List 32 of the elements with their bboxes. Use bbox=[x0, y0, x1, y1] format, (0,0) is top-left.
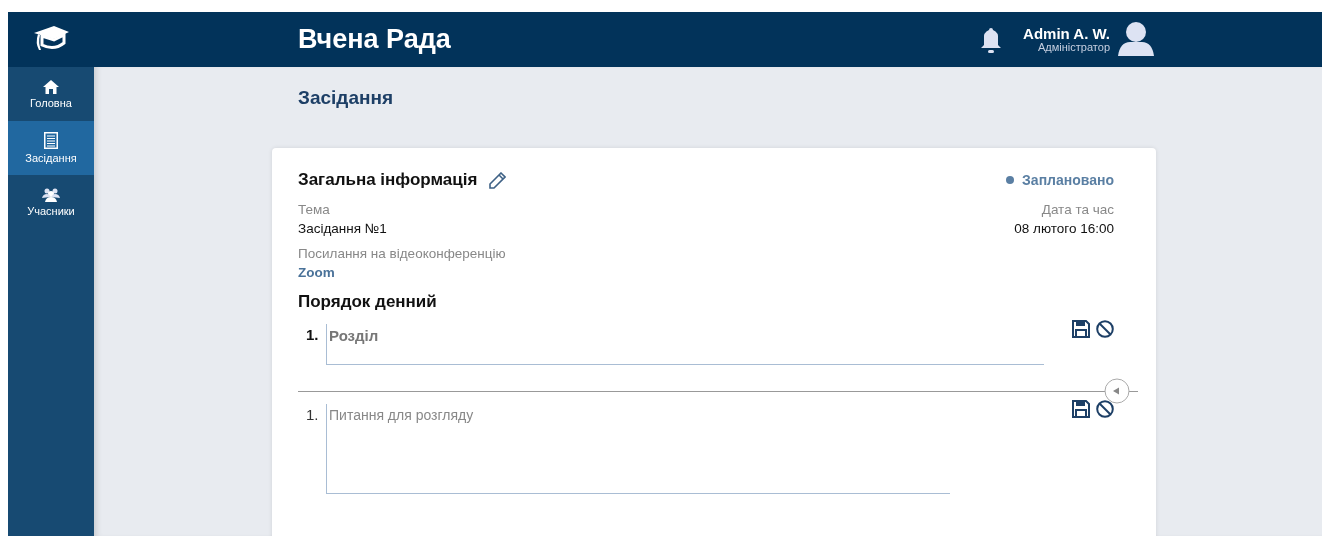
save-icon[interactable] bbox=[1072, 400, 1090, 418]
field-label: Тема bbox=[298, 202, 331, 217]
field-value: Засідання №1 bbox=[298, 221, 388, 236]
user-avatar-icon[interactable] bbox=[1116, 21, 1156, 58]
cancel-icon[interactable] bbox=[1096, 400, 1114, 418]
field-label: Дата та час bbox=[1041, 202, 1114, 217]
agenda-heading: Порядок денний bbox=[298, 292, 438, 312]
sidebar-item[interactable]: Учасники bbox=[8, 175, 94, 229]
home-icon bbox=[43, 79, 59, 94]
conference-link[interactable]: Zoom bbox=[298, 265, 335, 280]
save-icon[interactable] bbox=[1072, 320, 1090, 338]
question-input[interactable]: Питання для розгляду bbox=[326, 404, 950, 494]
people-icon bbox=[42, 187, 60, 202]
field-label: Посилання на відеоконференцію bbox=[298, 246, 507, 261]
item-number: 1. bbox=[306, 325, 320, 343]
cancel-icon[interactable] bbox=[1096, 320, 1114, 338]
section-input[interactable]: Розділ bbox=[326, 324, 1044, 365]
status-dot bbox=[1006, 176, 1015, 184]
document-icon bbox=[44, 132, 58, 149]
page-title: Засідання bbox=[297, 86, 394, 110]
edit-icon[interactable] bbox=[489, 171, 507, 189]
status-label: Заплановано bbox=[1022, 172, 1114, 188]
field-value: 08 лютого 16:00 bbox=[1014, 221, 1114, 236]
user-name: Admin A. W. bbox=[1023, 26, 1110, 41]
sidebar-item[interactable]: Засідання bbox=[8, 121, 94, 175]
item-number: 1. bbox=[306, 405, 320, 423]
user-role: Адміністратор bbox=[1038, 42, 1110, 53]
sidebar-item[interactable]: Головна bbox=[8, 67, 94, 121]
card-title: Загальна інформація bbox=[298, 170, 478, 190]
app-title: Вчена Рада bbox=[298, 24, 451, 54]
collapse-button[interactable] bbox=[1104, 378, 1130, 404]
notification-bell-icon[interactable] bbox=[981, 26, 1002, 53]
